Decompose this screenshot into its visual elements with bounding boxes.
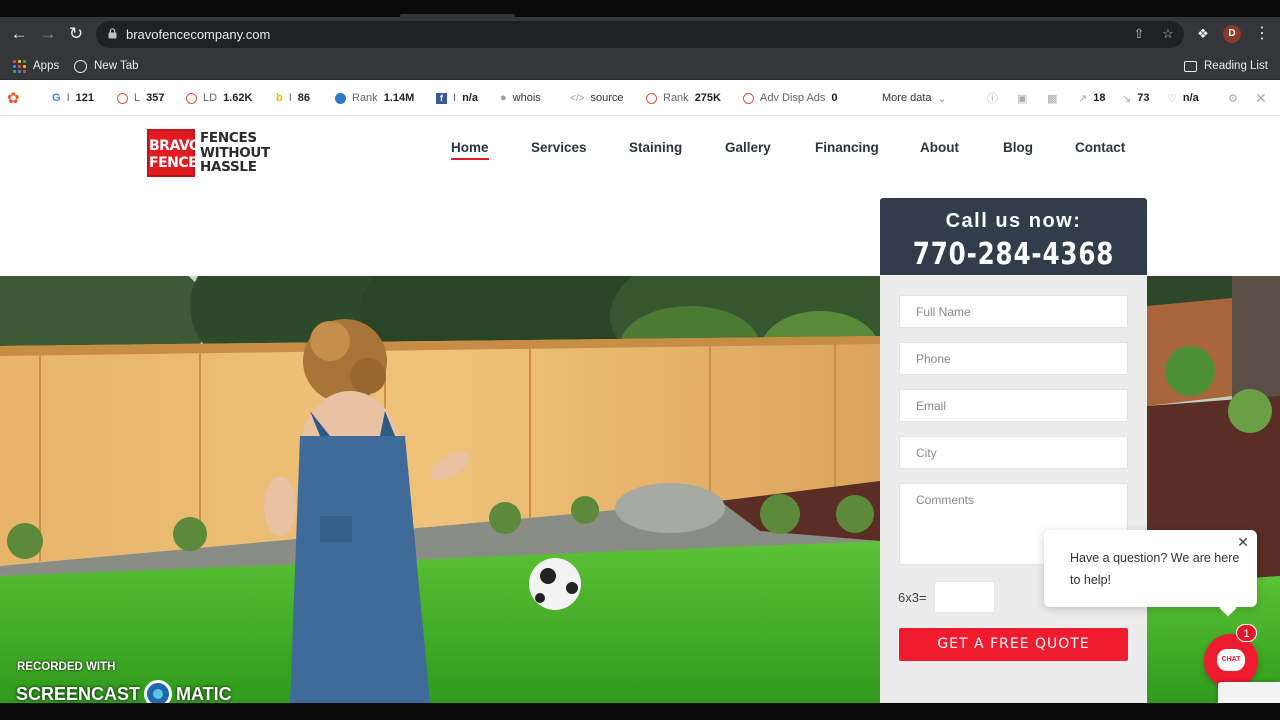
google-icon: G <box>52 92 61 104</box>
chat-unread-badge: 1 <box>1236 624 1257 642</box>
nav-blog[interactable]: Blog <box>1003 140 1033 160</box>
address-bar[interactable]: bravofencecompany.com ⇧ ☆ <box>96 21 1184 48</box>
internal-links[interactable]: ↘ 73 <box>1122 90 1149 106</box>
external-link-icon: ↗ <box>1078 92 1088 105</box>
chat-button[interactable]: CHAT <box>1204 634 1258 688</box>
nav-home[interactable]: Home <box>451 140 489 160</box>
screen: ← → ↻ bravofencecompany.com ⇧ ☆ ❖ D ⋮ Ap… <box>0 0 1280 720</box>
recaptcha-badge[interactable] <box>1218 682 1280 703</box>
whois-icon: ● <box>500 92 507 104</box>
circle-icon <box>186 92 197 104</box>
chat-prompt-bubble[interactable]: Have a question? We are here to help! ✕ <box>1044 530 1257 617</box>
menu-kebab-icon[interactable]: ⋮ <box>1254 25 1270 43</box>
lock-icon[interactable] <box>108 28 117 39</box>
seo-adv-disp-ads[interactable]: Adv Disp Ads 0 <box>743 90 838 106</box>
logo-tagline: FENCES WITHOUT HASSLE <box>200 130 270 176</box>
more-data-dropdown[interactable]: More data ⌄ <box>882 90 947 106</box>
seo-google-index[interactable]: G I 121 <box>52 90 94 106</box>
bookmark-apps[interactable]: Apps <box>13 57 59 75</box>
get-free-quote-button[interactable]: GET A FREE QUOTE <box>899 628 1128 661</box>
profile-avatar[interactable]: D <box>1223 25 1241 43</box>
seoquake-toolbar: ✿ G I 121 L 357 LD 1.62K b I 86 Rank 1.14M f In/… <box>0 80 1280 116</box>
captcha-answer-input[interactable] <box>934 581 995 613</box>
stats-icon[interactable]: ▩ <box>1047 90 1057 106</box>
seo-source[interactable]: </> source <box>570 90 624 106</box>
reload-icon[interactable]: ↻ <box>67 25 85 43</box>
page-icon[interactable]: ▣ <box>1017 90 1027 106</box>
seo-semrush-rank[interactable]: Rank 275K <box>646 90 721 106</box>
reading-list-button[interactable]: Reading List <box>1184 57 1268 75</box>
nav-financing[interactable]: Financing <box>815 140 879 160</box>
seo-alexa-rank[interactable]: Rank 1.14M <box>335 90 414 106</box>
circle-icon <box>743 92 754 104</box>
bookmark-new-tab-label: New Tab <box>94 60 139 72</box>
bookmarks-bar: Apps New Tab Reading List <box>0 52 1280 80</box>
bing-icon: b <box>276 92 283 104</box>
bookmark-apps-label: Apps <box>33 60 60 72</box>
seo-link-domains[interactable]: LD 1.62K <box>186 90 252 106</box>
info-icon[interactable]: ⓘ <box>987 90 998 106</box>
window-top-strip <box>0 0 1280 17</box>
facebook-icon: f <box>436 92 447 104</box>
window-bottom-strip <box>0 703 1280 720</box>
seo-links[interactable]: L 357 <box>117 90 164 106</box>
share-icon[interactable]: ⇧ <box>1131 26 1147 42</box>
reading-list-label: Reading List <box>1204 60 1268 72</box>
call-us-box: Call us now: 770-284-4368 <box>880 198 1147 275</box>
close-icon[interactable]: ✕ <box>1255 90 1267 106</box>
circle-icon <box>117 92 128 104</box>
nav-contact[interactable]: Contact <box>1075 140 1125 160</box>
apps-grid-icon <box>13 59 26 73</box>
chevron-down-icon: ⌄ <box>937 92 947 105</box>
globe-icon <box>74 59 87 73</box>
captcha-question: 6x3= <box>898 590 927 605</box>
nav-gallery[interactable]: Gallery <box>725 140 771 160</box>
link-icon: ↘ <box>1122 92 1132 105</box>
quote-form: 6x3= GET A FREE QUOTE <box>880 276 1147 703</box>
phone-field[interactable] <box>899 342 1128 375</box>
chat-icon: CHAT <box>1217 649 1245 671</box>
forward-arrow-icon[interactable]: → <box>39 25 57 43</box>
browser-toolbar: ← → ↻ bravofencecompany.com ⇧ ☆ ❖ D ⋮ <box>0 17 1280 52</box>
close-icon[interactable]: ✕ <box>1236 535 1250 549</box>
bookmark-new-tab[interactable]: New Tab <box>74 57 139 75</box>
city-field[interactable] <box>899 436 1128 469</box>
seo-facebook-likes[interactable]: f In/a <box>436 90 478 106</box>
external-links[interactable]: ↗ 18 <box>1078 90 1105 106</box>
seo-bing-index[interactable]: b I 86 <box>276 90 310 106</box>
call-us-title: Call us now: <box>945 210 1082 232</box>
circle-icon <box>646 92 657 104</box>
likes[interactable]: ♡ n/a <box>1167 90 1199 106</box>
chat-prompt-text: Have a question? We are here to help! <box>1070 551 1240 587</box>
site-logo[interactable]: BRAVO FENCE FENCES WITHOUT HASSLE <box>147 129 270 177</box>
back-arrow-icon[interactable]: ← <box>10 25 28 43</box>
reading-list-icon <box>1184 60 1197 72</box>
phone-number-link[interactable]: 770-284-4368 <box>904 237 1123 272</box>
watermark-recorded-with: RECORDED WITH <box>17 661 116 673</box>
nav-services[interactable]: Services <box>531 140 587 160</box>
alexa-icon <box>335 92 346 104</box>
bookmark-star-icon[interactable]: ☆ <box>1160 26 1176 42</box>
seoquake-logo-icon[interactable]: ✿ <box>7 90 20 107</box>
extensions-puzzle-icon[interactable]: ❖ <box>1195 26 1211 42</box>
nav-staining[interactable]: Staining <box>629 140 682 160</box>
logo-mark: BRAVO FENCE <box>147 129 201 177</box>
email-field[interactable] <box>899 389 1128 422</box>
seo-whois[interactable]: ● whois <box>500 90 541 106</box>
full-name-field[interactable] <box>899 295 1128 328</box>
heart-icon: ♡ <box>1167 92 1177 105</box>
gear-icon[interactable]: ⚙ <box>1228 90 1238 106</box>
url-text[interactable]: bravofencecompany.com <box>126 27 270 42</box>
code-icon: </> <box>570 92 585 104</box>
nav-about[interactable]: About <box>920 140 959 160</box>
